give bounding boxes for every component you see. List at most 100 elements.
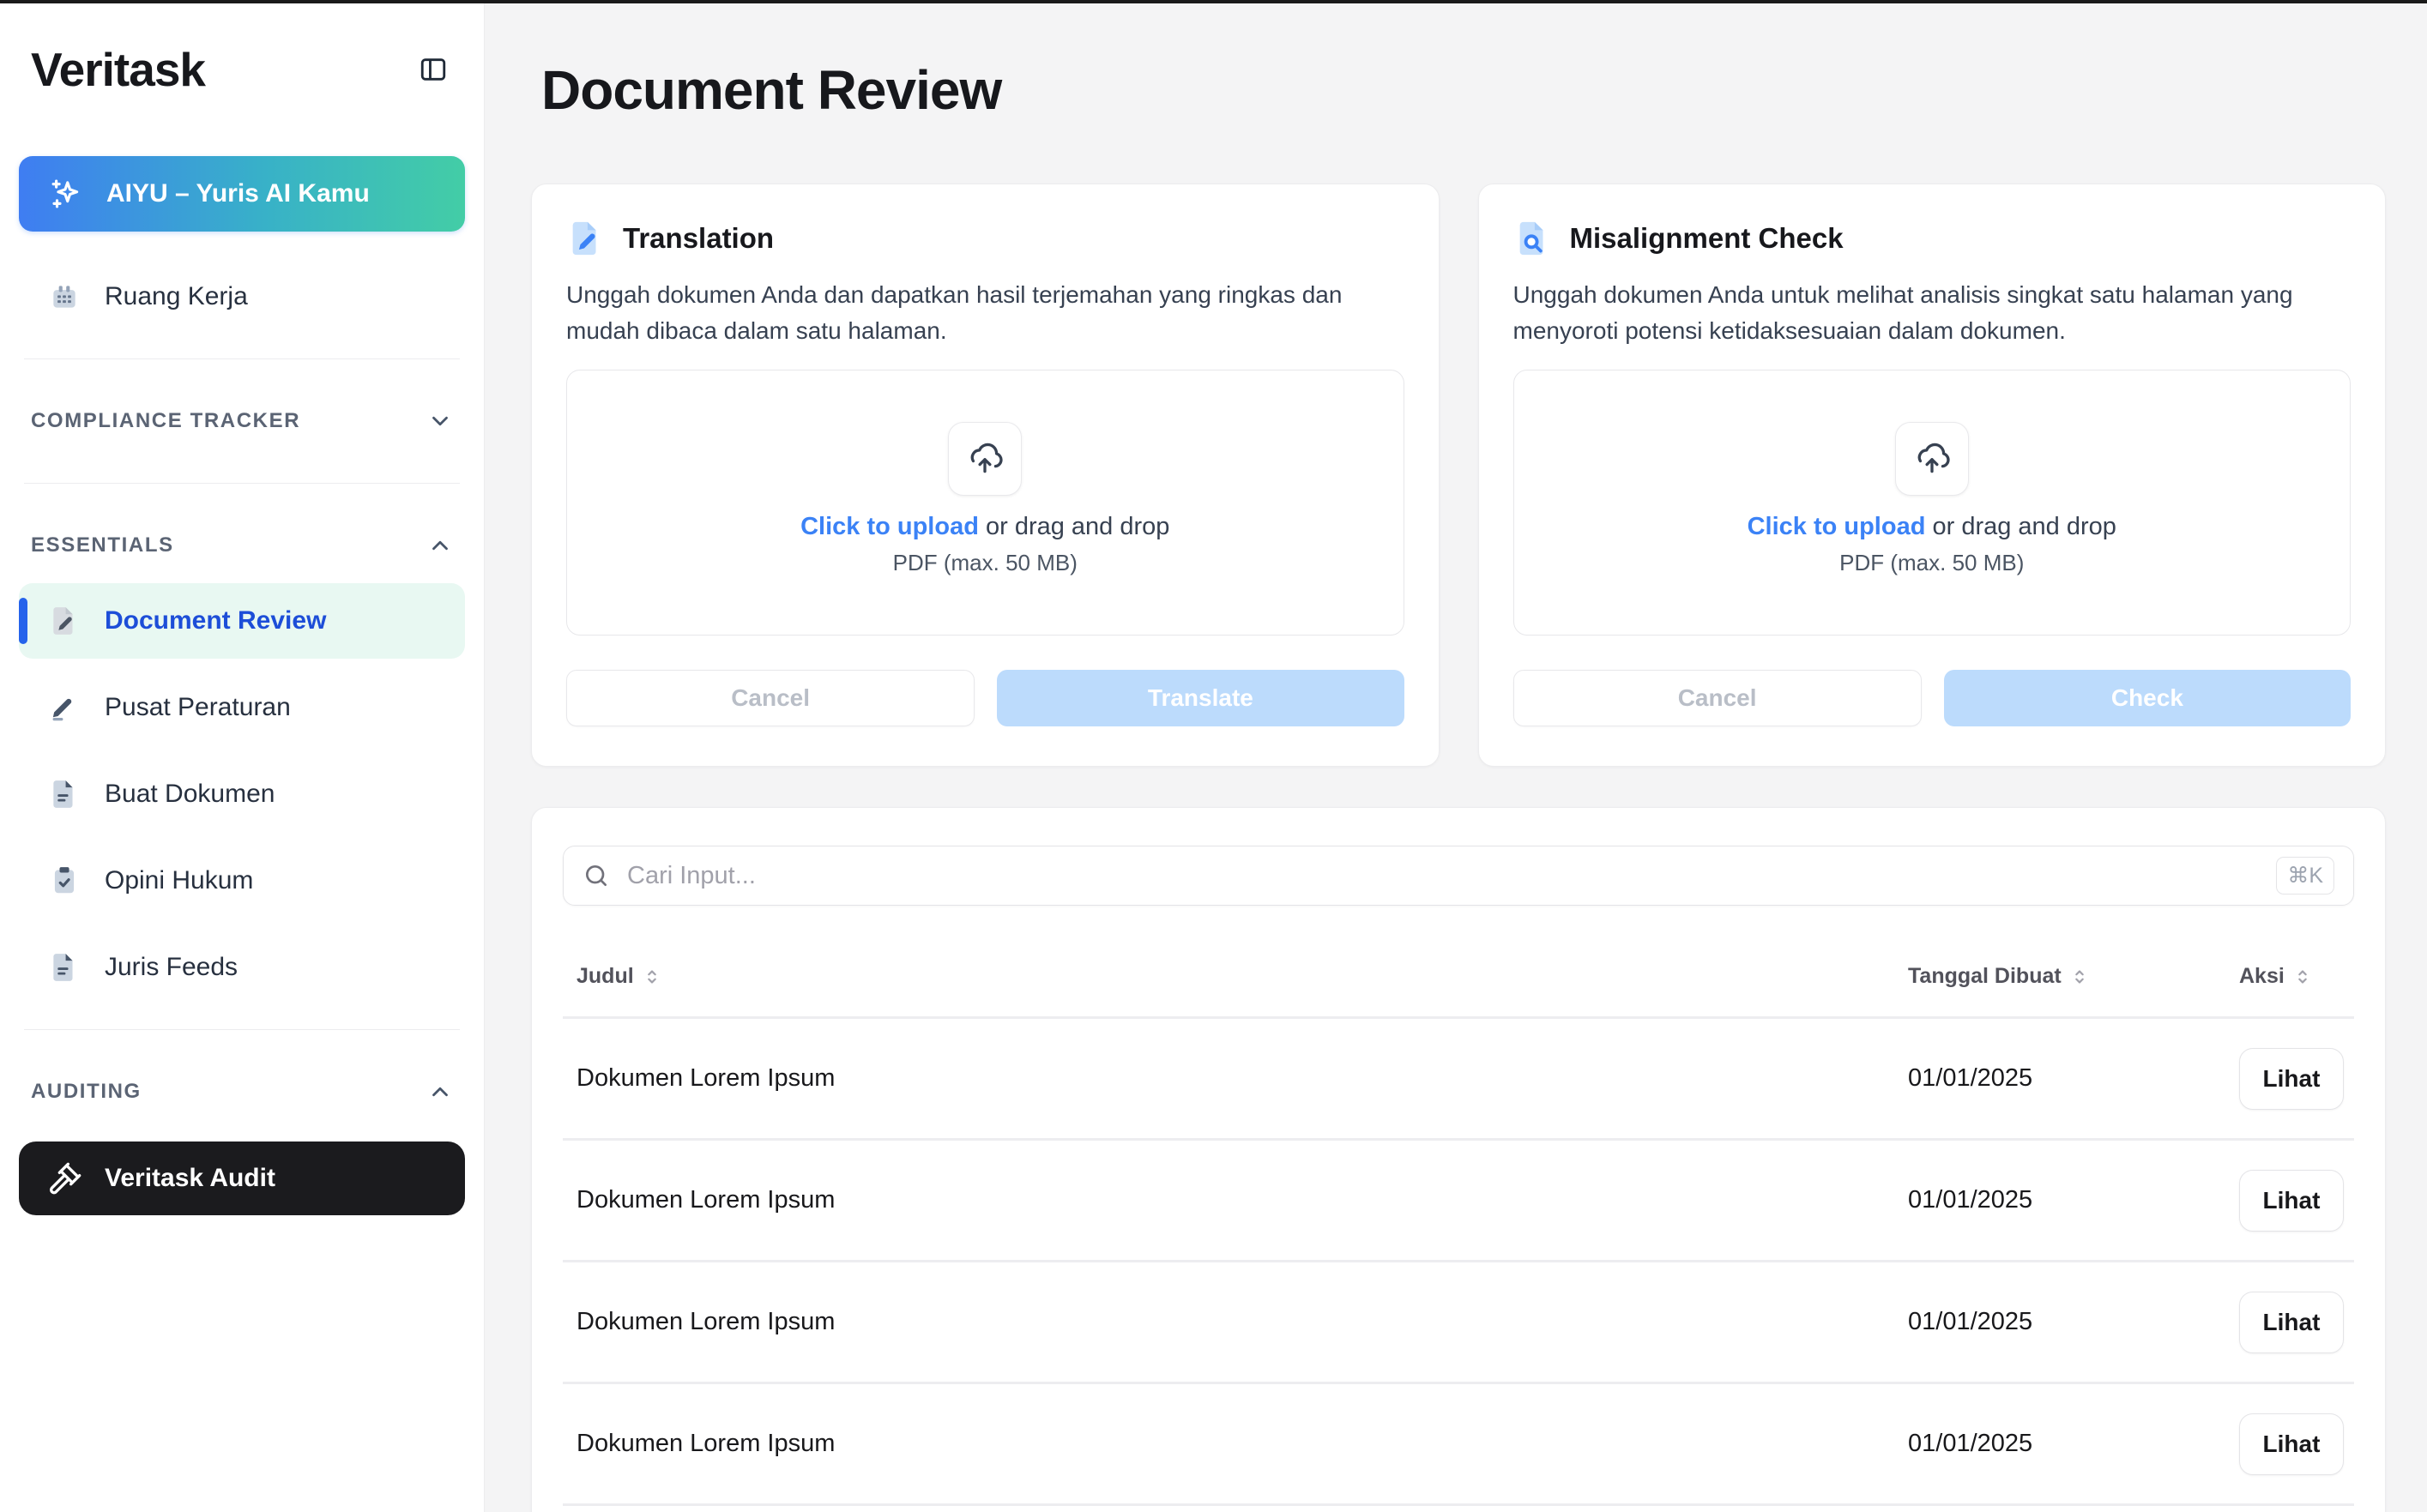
table-row: Dokumen Lorem Ipsum 01/01/2025 Lihat bbox=[563, 1506, 2354, 1512]
active-indicator bbox=[19, 598, 27, 644]
translation-actions: Cancel Translate bbox=[566, 670, 1404, 726]
translate-button[interactable]: Translate bbox=[997, 670, 1404, 726]
misalignment-upload-dropzone[interactable]: Click to upload or drag and drop PDF (ma… bbox=[1513, 370, 2352, 636]
document-title: Dokumen Lorem Ipsum bbox=[563, 1064, 1874, 1093]
click-to-upload-link[interactable]: Click to upload bbox=[1748, 513, 1926, 540]
documents-table: Judul Tanggal Dibuat Aksi Dokumen Lorem bbox=[563, 937, 2354, 1512]
card-title: Translation bbox=[623, 222, 774, 255]
section-label: COMPLIANCE TRACKER bbox=[31, 409, 300, 433]
search-icon bbox=[583, 862, 610, 889]
table-header-row: Judul Tanggal Dibuat Aksi bbox=[563, 937, 2354, 1019]
drag-drop-text: or drag and drop bbox=[1925, 513, 2116, 540]
document-title: Dokumen Lorem Ipsum bbox=[563, 1186, 1874, 1214]
view-button[interactable]: Lihat bbox=[2239, 1048, 2344, 1110]
misalignment-cancel-button[interactable]: Cancel bbox=[1513, 670, 1922, 726]
sidebar-collapse-button[interactable] bbox=[419, 52, 453, 87]
sidebar-item-pusat-peraturan[interactable]: Pusat Peraturan bbox=[19, 670, 465, 745]
sidebar-header: Veritask bbox=[19, 22, 465, 117]
document-title: Dokumen Lorem Ipsum bbox=[563, 1308, 1874, 1336]
column-header-tanggal-dibuat[interactable]: Tanggal Dibuat bbox=[1874, 964, 2208, 989]
file-search-icon bbox=[1513, 219, 1553, 258]
sidebar-item-label: Document Review bbox=[105, 606, 326, 636]
section-essentials[interactable]: ESSENTIALS bbox=[19, 508, 465, 583]
sidebar-item-buat-dokumen[interactable]: Buat Dokumen bbox=[19, 756, 465, 832]
view-button[interactable]: Lihat bbox=[2239, 1292, 2344, 1353]
card-title: Misalignment Check bbox=[1570, 222, 1844, 255]
upload-hint: PDF (max. 50 MB) bbox=[893, 550, 1078, 576]
section-label: ESSENTIALS bbox=[31, 533, 174, 557]
translation-card-header: Translation bbox=[566, 219, 1404, 258]
chevron-up-icon bbox=[427, 1079, 453, 1105]
table-row: Dokumen Lorem Ipsum 01/01/2025 Lihat bbox=[563, 1262, 2354, 1384]
keyboard-shortcut-badge: ⌘K bbox=[2276, 857, 2334, 895]
table-row: Dokumen Lorem Ipsum 01/01/2025 Lihat bbox=[563, 1019, 2354, 1141]
sidebar-item-label: Buat Dokumen bbox=[105, 780, 275, 809]
veritask-audit-button[interactable]: Veritask Audit bbox=[19, 1142, 465, 1215]
misalignment-card-header: Misalignment Check bbox=[1513, 219, 2352, 258]
search-bar[interactable]: ⌘K bbox=[563, 846, 2354, 906]
column-header-aksi[interactable]: Aksi bbox=[2208, 964, 2354, 989]
sidebar-item-label: Juris Feeds bbox=[105, 953, 238, 982]
upload-hint: PDF (max. 50 MB) bbox=[1839, 550, 2024, 576]
section-auditing[interactable]: AUDITING bbox=[19, 1054, 465, 1129]
gavel-icon bbox=[48, 1161, 82, 1196]
search-input[interactable] bbox=[627, 862, 2259, 890]
sparkles-icon bbox=[48, 176, 84, 212]
misalignment-actions: Cancel Check bbox=[1513, 670, 2352, 726]
workspace-icon bbox=[48, 280, 81, 313]
sort-icon bbox=[2070, 967, 2089, 986]
page-title: Document Review bbox=[541, 58, 2386, 122]
section-compliance-tracker[interactable]: COMPLIANCE TRACKER bbox=[19, 383, 465, 459]
file-pen-icon bbox=[48, 605, 81, 637]
aiyu-assistant-button[interactable]: AIYU – Yuris AI Kamu bbox=[19, 156, 465, 232]
clipboard-check-icon bbox=[48, 864, 81, 897]
sidebar: Veritask AIYU – Yuris AI Kamu bbox=[0, 3, 485, 1512]
chevron-up-icon bbox=[427, 533, 453, 558]
upload-icon-box bbox=[948, 422, 1022, 496]
upload-icon-box bbox=[1895, 422, 1969, 496]
click-to-upload-link[interactable]: Click to upload bbox=[800, 513, 979, 540]
file-pen-blue-icon bbox=[566, 219, 606, 258]
file-text-icon bbox=[48, 778, 81, 810]
sidebar-item-label: Pusat Peraturan bbox=[105, 693, 291, 722]
panel-left-icon bbox=[419, 55, 448, 84]
upload-instruction: Click to upload or drag and drop bbox=[800, 513, 1169, 541]
sidebar-item-document-review[interactable]: Document Review bbox=[19, 583, 465, 659]
sort-icon bbox=[2293, 967, 2312, 986]
tool-cards-row: Translation Unggah dokumen Anda dan dapa… bbox=[531, 184, 2386, 767]
pen-line-icon bbox=[48, 691, 81, 724]
document-date: 01/01/2025 bbox=[1874, 1064, 2208, 1093]
document-title: Dokumen Lorem Ipsum bbox=[563, 1430, 1874, 1458]
table-row: Dokumen Lorem Ipsum 01/01/2025 Lihat bbox=[563, 1141, 2354, 1262]
brand-logo: Veritask bbox=[31, 42, 205, 97]
view-button[interactable]: Lihat bbox=[2239, 1170, 2344, 1232]
file-text-icon bbox=[48, 951, 81, 984]
sidebar-item-juris-feeds[interactable]: Juris Feeds bbox=[19, 930, 465, 1005]
upload-instruction: Click to upload or drag and drop bbox=[1748, 513, 2116, 541]
column-header-judul[interactable]: Judul bbox=[563, 964, 1874, 989]
cloud-upload-icon bbox=[1913, 440, 1951, 478]
translation-cancel-button[interactable]: Cancel bbox=[566, 670, 975, 726]
check-button[interactable]: Check bbox=[1944, 670, 2351, 726]
section-label: AUDITING bbox=[31, 1080, 142, 1104]
sidebar-item-opini-hukum[interactable]: Opini Hukum bbox=[19, 843, 465, 919]
card-description: Unggah dokumen Anda dan dapatkan hasil t… bbox=[566, 277, 1404, 349]
view-button[interactable]: Lihat bbox=[2239, 1413, 2344, 1475]
sidebar-item-label: Ruang Kerja bbox=[105, 282, 248, 311]
main-content: Document Review Translation Unggah dokum… bbox=[485, 3, 2427, 1512]
aiyu-assistant-label: AIYU – Yuris AI Kamu bbox=[106, 179, 370, 208]
audit-button-label: Veritask Audit bbox=[105, 1164, 275, 1193]
table-body: Dokumen Lorem Ipsum 01/01/2025 Lihat Dok… bbox=[563, 1019, 2354, 1512]
sidebar-divider bbox=[24, 1029, 460, 1030]
misalignment-card: Misalignment Check Unggah dokumen Anda u… bbox=[1478, 184, 2387, 767]
sidebar-divider bbox=[24, 358, 460, 359]
chevron-down-icon bbox=[427, 408, 453, 434]
document-date: 01/01/2025 bbox=[1874, 1308, 2208, 1336]
app-window: Veritask AIYU – Yuris AI Kamu bbox=[0, 3, 2427, 1512]
document-date: 01/01/2025 bbox=[1874, 1186, 2208, 1214]
translation-upload-dropzone[interactable]: Click to upload or drag and drop PDF (ma… bbox=[566, 370, 1404, 636]
table-row: Dokumen Lorem Ipsum 01/01/2025 Lihat bbox=[563, 1384, 2354, 1506]
cloud-upload-icon bbox=[966, 440, 1004, 478]
sidebar-item-ruang-kerja[interactable]: Ruang Kerja bbox=[19, 259, 465, 334]
sidebar-divider bbox=[24, 483, 460, 484]
